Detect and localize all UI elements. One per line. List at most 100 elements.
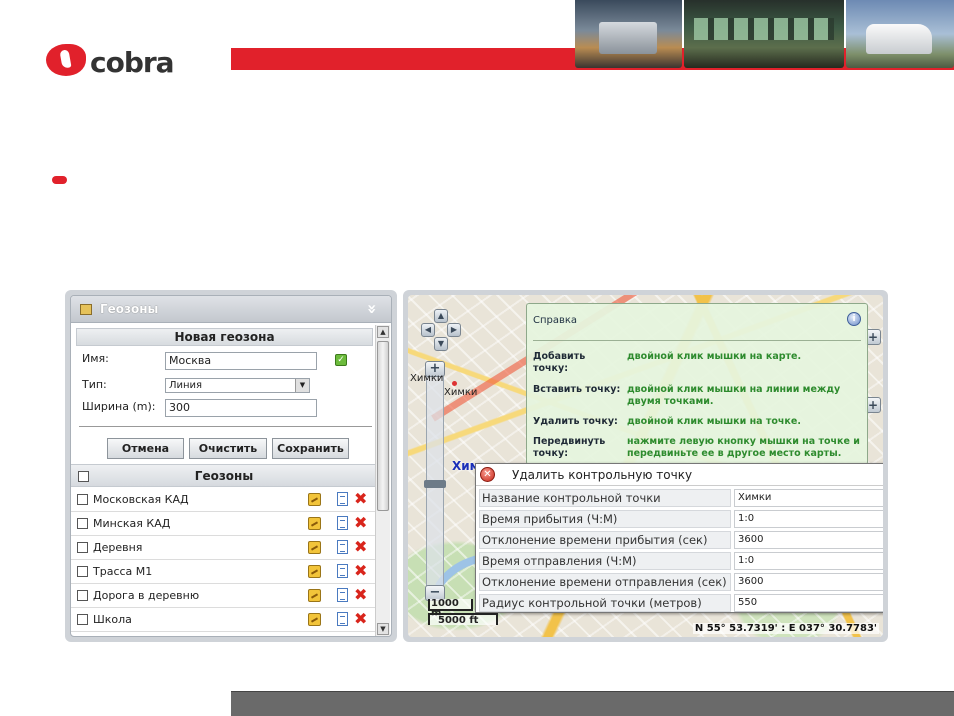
help-value: двойной клик мышки на точке. xyxy=(627,416,801,427)
dialog-titlebar: ✕ Удалить контрольную точку xyxy=(476,464,883,486)
row-checkbox[interactable] xyxy=(77,542,88,553)
map-label-city-small: Химки xyxy=(444,387,478,398)
copy-icon[interactable] xyxy=(337,588,348,602)
scale-imperial: 5000 ft xyxy=(428,613,498,626)
delete-icon[interactable]: ✖ xyxy=(354,586,367,604)
panel-scrollbar[interactable]: ▲ ▼ xyxy=(375,325,390,636)
help-key: Удалить точку: xyxy=(533,416,618,427)
row-checkbox[interactable] xyxy=(77,590,88,601)
slide: cobra Геозоны » Новая геозона Имя: Москв… xyxy=(0,0,954,716)
dialog-row: Радиус контрольной точки (метров) 550 xyxy=(479,593,883,613)
edit-icon[interactable] xyxy=(308,613,321,626)
name-input[interactable]: Москва xyxy=(165,352,317,370)
list-item[interactable]: Дорога в деревню ✖ xyxy=(71,584,377,608)
list-item[interactable]: Минская КАД ✖ xyxy=(71,512,377,536)
header-photo-truck xyxy=(575,0,682,68)
list-item[interactable]: Школа ✖ xyxy=(71,608,377,632)
cobra-logo: cobra xyxy=(46,44,206,79)
name-label: Имя: xyxy=(82,352,109,365)
checkpoint-radius-input[interactable]: 550 xyxy=(734,594,883,612)
panel-titlebar: Геозоны » xyxy=(71,296,391,323)
pan-down-icon[interactable]: ▼ xyxy=(434,337,448,351)
delete-icon[interactable]: ✖ xyxy=(354,562,367,580)
cancel-button[interactable]: Отмена xyxy=(107,438,184,459)
delete-checkpoint-icon[interactable]: ✕ xyxy=(480,467,495,482)
chevron-down-icon[interactable]: ▼ xyxy=(295,379,309,392)
departure-time-input[interactable]: 1:0 xyxy=(734,552,883,570)
list-item-label: Минская КАД xyxy=(93,517,171,530)
clear-button[interactable]: Очистить xyxy=(189,438,267,459)
list-item[interactable]: Трасса М1 ✖ xyxy=(71,560,377,584)
collapse-chevron-icon[interactable]: » xyxy=(362,298,382,320)
map-canvas[interactable]: ▲ ◀ ▶ ▼ + − Химки Химки Химки + + Справк… xyxy=(408,295,883,637)
slide-bullet xyxy=(52,176,67,184)
arrival-deviation-input[interactable]: 3600 xyxy=(734,531,883,549)
pan-left-icon[interactable]: ◀ xyxy=(421,323,435,337)
type-select[interactable]: Линия ▼ xyxy=(165,378,310,393)
help-separator xyxy=(533,340,861,341)
scroll-up-icon[interactable]: ▲ xyxy=(377,326,389,338)
dialog-field-label: Отклонение времени отправления (сек) xyxy=(479,573,731,591)
cobra-logo-icon xyxy=(46,44,86,76)
pan-right-icon[interactable]: ▶ xyxy=(447,323,461,337)
map-label-city: Химки xyxy=(410,373,444,384)
copy-icon[interactable] xyxy=(337,540,348,554)
delete-icon[interactable]: ✖ xyxy=(354,490,367,508)
list-item-label: Московская КАД xyxy=(93,493,189,506)
delete-icon[interactable]: ✖ xyxy=(354,538,367,556)
delete-icon[interactable]: ✖ xyxy=(354,610,367,628)
checkpoint-name-input[interactable]: Химки xyxy=(734,489,883,507)
copy-icon[interactable] xyxy=(337,492,348,506)
edit-icon[interactable] xyxy=(308,541,321,554)
edit-icon[interactable] xyxy=(308,493,321,506)
dialog-row: Отклонение времени прибытия (сек) 3600 xyxy=(479,530,883,550)
panel-title: Геозоны xyxy=(100,302,159,316)
row-checkbox[interactable] xyxy=(77,494,88,505)
map-scale-bar: 1000 m 5000 ft xyxy=(428,599,498,627)
row-checkbox[interactable] xyxy=(77,518,88,529)
zoom-slider-knob[interactable] xyxy=(424,480,446,488)
scrollbar-thumb[interactable] xyxy=(377,341,389,511)
save-button[interactable]: Сохранить xyxy=(272,438,349,459)
copy-icon[interactable] xyxy=(337,516,348,530)
geozones-panel-body: Геозоны » Новая геозона Имя: Москва ✓ Ти… xyxy=(70,295,392,637)
logo-wordmark: cobra xyxy=(90,46,175,79)
dialog-title: Удалить контрольную точку xyxy=(512,468,693,482)
scroll-down-icon[interactable]: ▼ xyxy=(377,623,389,635)
pan-up-icon[interactable]: ▲ xyxy=(434,309,448,323)
header-photo-van xyxy=(846,0,954,68)
delete-icon[interactable]: ✖ xyxy=(354,514,367,532)
check-icon[interactable]: ✓ xyxy=(335,354,347,366)
arrival-time-input[interactable]: 1:0 xyxy=(734,510,883,528)
list-item[interactable]: Московская КАД ✖ xyxy=(71,488,377,512)
edit-icon[interactable] xyxy=(308,589,321,602)
copy-icon[interactable] xyxy=(337,612,348,626)
list-item-label: Трасса М1 xyxy=(93,565,153,578)
list-item-label: Деревня xyxy=(93,541,143,554)
type-label: Тип: xyxy=(82,378,107,391)
folder-icon xyxy=(80,304,92,315)
departure-deviation-input[interactable]: 3600 xyxy=(734,573,883,591)
row-checkbox[interactable] xyxy=(77,614,88,625)
map-poi xyxy=(452,381,457,386)
list-item-label: Школа xyxy=(93,613,132,626)
row-checkbox[interactable] xyxy=(77,566,88,577)
help-key: Передвинуть точку: xyxy=(533,436,606,459)
help-value: двойной клик мышки на линии между двумя … xyxy=(627,384,841,407)
type-select-value: Линия xyxy=(169,380,203,391)
edit-icon[interactable] xyxy=(308,565,321,578)
dialog-field-label: Отклонение времени прибытия (сек) xyxy=(479,531,731,549)
width-label: Ширина (m): xyxy=(82,400,156,413)
list-item[interactable]: Деревня ✖ xyxy=(71,536,377,560)
width-input[interactable]: 300 xyxy=(165,399,317,417)
footer-bar xyxy=(231,691,954,716)
help-title: Справка xyxy=(533,315,578,326)
form-separator xyxy=(79,426,372,427)
copy-icon[interactable] xyxy=(337,564,348,578)
edit-icon[interactable] xyxy=(308,517,321,530)
list-item-label: Дорога в деревню xyxy=(93,589,200,602)
help-info-icon[interactable]: i xyxy=(847,312,861,326)
cursor-coordinates: N 55° 53.7319' : E 037° 30.7783' xyxy=(692,623,879,634)
dialog-field-label: Радиус контрольной точки (метров) xyxy=(479,594,731,612)
dialog-row: Отклонение времени отправления (сек) 360… xyxy=(479,572,883,592)
